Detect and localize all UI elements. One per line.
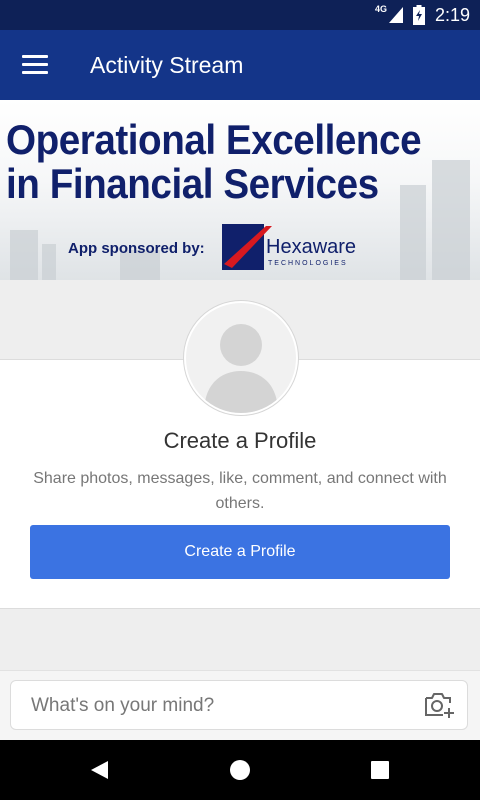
post-composer: What's on your mind? bbox=[0, 670, 480, 741]
app-bar: Activity Stream bbox=[0, 30, 480, 100]
back-icon[interactable] bbox=[88, 758, 112, 782]
create-profile-button[interactable]: Create a Profile bbox=[30, 525, 450, 579]
status-bar: 4G 2:19 bbox=[0, 0, 480, 30]
system-nav-bar bbox=[0, 740, 480, 800]
logo-tagline: TECHNOLOGIES bbox=[268, 260, 348, 267]
hamburger-menu-icon[interactable] bbox=[22, 55, 48, 75]
sponsor-banner[interactable]: Operational Excellence in Financial Serv… bbox=[0, 100, 480, 280]
battery-icon bbox=[412, 5, 425, 25]
status-input[interactable]: What's on your mind? bbox=[10, 680, 468, 730]
banner-line-2: in Financial Services bbox=[6, 160, 379, 207]
logo-name: Hexaware bbox=[266, 236, 357, 258]
add-photo-camera-icon[interactable] bbox=[423, 691, 455, 719]
banner-building bbox=[10, 230, 38, 280]
banner-building bbox=[42, 244, 56, 280]
profile-card-title: Create a Profile bbox=[163, 428, 317, 453]
recents-icon[interactable] bbox=[368, 758, 392, 782]
signal-icon bbox=[388, 7, 403, 23]
person-icon bbox=[204, 324, 278, 413]
status-icons: 4G 2:19 bbox=[375, 0, 470, 30]
network-type: 4G bbox=[374, 4, 387, 14]
avatar bbox=[184, 301, 298, 415]
profile-card-description: Share photos, messages, like, comment, a… bbox=[33, 470, 447, 512]
banner-headline: Operational Excellence in Financial Serv… bbox=[6, 116, 422, 207]
sponsor-label: App sponsored by: bbox=[68, 240, 205, 257]
status-input-placeholder: What's on your mind? bbox=[31, 695, 215, 716]
banner-building bbox=[432, 160, 470, 280]
banner-line-1: Operational Excellence bbox=[6, 116, 422, 163]
page-title: Activity Stream bbox=[90, 52, 244, 78]
home-icon[interactable] bbox=[228, 758, 252, 782]
status-time: 2:19 bbox=[434, 4, 470, 25]
